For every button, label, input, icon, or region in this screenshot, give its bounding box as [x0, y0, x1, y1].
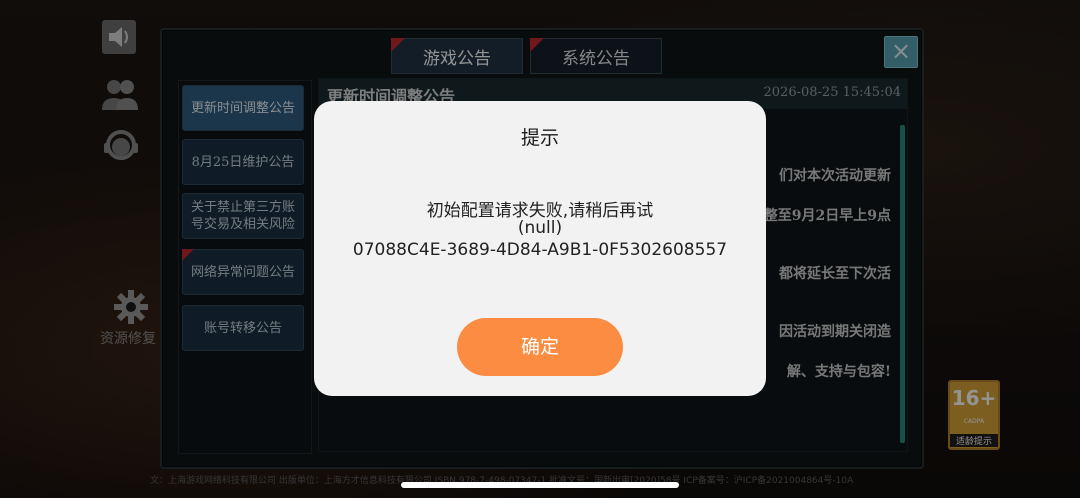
dialog-message: 07088C4E-3689-4D84-A9B1-0F5302608557: [352, 240, 728, 260]
confirm-button[interactable]: 确定: [457, 318, 623, 376]
dialog-title: 提示: [520, 127, 559, 149]
home-indicator[interactable]: [401, 482, 679, 488]
alert-dialog: 提示 初始配置请求失败,请稍后再试 (null) 07088C4E-3689-4…: [314, 101, 766, 396]
dialog-message: (null): [517, 218, 563, 238]
